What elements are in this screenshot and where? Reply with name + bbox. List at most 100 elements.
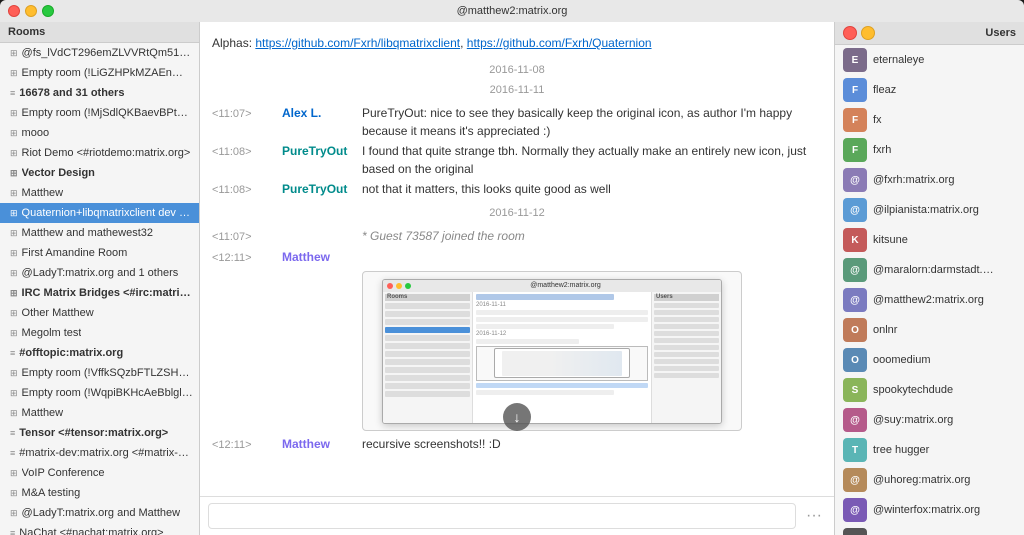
sidebar-item-matrix_dev[interactable]: ≡#matrix-dev:matrix.org <#matrix-dev:	[0, 443, 199, 463]
title-bar: @matthew2:matrix.org	[0, 0, 1024, 22]
user-item-maralorn[interactable]: @@maralorn:darmstadt.ccc.de···	[835, 255, 1024, 285]
user-item-matthew2_matrix[interactable]: @@matthew2:matrix.org···	[835, 285, 1024, 315]
user-item-winterfox[interactable]: @@winterfox:matrix.org···	[835, 495, 1024, 525]
avatar: O	[843, 318, 867, 342]
room-icon: ≡	[10, 345, 15, 361]
sidebar-item-fs_room[interactable]: ⊞@fs_lVdCT296emZLVVRtQm51SWRG	[0, 43, 199, 63]
users-sidebar: Users Eeternaleye···Ffleaz···Ffx···Ffxrh…	[834, 22, 1024, 535]
traffic-lights	[8, 5, 54, 17]
link-libqmatrix[interactable]: https://github.com/Fxrh/libqmatrixclient	[255, 36, 460, 50]
close-button[interactable]	[843, 26, 857, 40]
room-icon: ⊞	[10, 165, 18, 181]
msg-time: <11:07>	[212, 227, 282, 246]
sidebar-item-16678[interactable]: ≡16678 and 31 others	[0, 83, 199, 103]
message-row: <11:08> PureTryOut I found that quite st…	[212, 142, 822, 178]
user-item-uhoreg[interactable]: @@uhoreg:matrix.org···	[835, 465, 1024, 495]
avatar: @	[843, 198, 867, 222]
room-icon: ⊞	[10, 225, 18, 241]
user-name: spookytechdude	[873, 384, 999, 396]
message-input[interactable]	[208, 503, 796, 529]
room-label: Vector Design	[22, 165, 95, 181]
mini-body: Rooms	[383, 292, 721, 423]
rooms-list: ⊞@fs_lVdCT296emZLVVRtQm51SWRG⊞Empty room…	[0, 43, 199, 535]
room-label: Empty room (!VffkSQzbFTLZSHvSdp:	[22, 365, 193, 381]
sidebar-item-ladyt2[interactable]: ⊞@LadyT:matrix.org and Matthew	[0, 503, 199, 523]
user-item-kitsune[interactable]: Kkitsune···	[835, 225, 1024, 255]
message-row: <11:07> * Guest 73587 joined the room	[212, 227, 822, 246]
users-header-label: Users	[985, 27, 1016, 39]
user-item-tree_hugger[interactable]: Ttree hugger···	[835, 435, 1024, 465]
sidebar-item-matthew2[interactable]: ⊞Matthew	[0, 403, 199, 423]
msg-time: <11:08>	[212, 142, 282, 178]
scroll-to-bottom-button[interactable]: ↓	[503, 403, 531, 431]
app-body: Rooms ⊞@fs_lVdCT296emZLVVRtQm51SWRG⊞Empt…	[0, 22, 1024, 535]
user-item-fxrh_matrix[interactable]: @@fxrh:matrix.org···	[835, 165, 1024, 195]
user-item-eternaleye[interactable]: Eeternaleye···	[835, 45, 1024, 75]
sidebar-item-ladyt[interactable]: ⊞@LadyT:matrix.org and 1 others	[0, 263, 199, 283]
room-label: @LadyT:matrix.org and 1 others	[22, 265, 179, 281]
sidebar-item-first_amandine[interactable]: ⊞First Amandine Room	[0, 243, 199, 263]
sidebar-item-quaternion[interactable]: ⊞Quaternion+libqmatrixclient dev <#qu	[0, 203, 199, 223]
sidebar-item-voip[interactable]: ⊞VoIP Conference	[0, 463, 199, 483]
avatar: @	[843, 288, 867, 312]
user-item-fx[interactable]: Ffx···	[835, 105, 1024, 135]
user-name: @maralorn:darmstadt.ccc.de	[873, 264, 999, 276]
sidebar-item-tensor[interactable]: ≡Tensor <#tensor:matrix.org>	[0, 423, 199, 443]
user-name: @ilpianista:matrix.org	[873, 204, 999, 216]
msg-sender: PureTryOut	[282, 180, 362, 199]
room-label: First Amandine Room	[22, 245, 128, 261]
sidebar-item-empty3[interactable]: ⊞Empty room (!VffkSQzbFTLZSHvSdp:	[0, 363, 199, 383]
more-options-button[interactable]: ···	[802, 505, 826, 527]
user-item-fleaz[interactable]: Ffleaz···	[835, 75, 1024, 105]
sidebar-item-empty4[interactable]: ⊞Empty room (!WqpiBKHcAeBblgloEz:m	[0, 383, 199, 403]
user-name: fxrh	[873, 144, 999, 156]
user-item-mu[interactable]: Μμ···	[835, 525, 1024, 535]
sidebar-item-irc_bridges[interactable]: ⊞IRC Matrix Bridges <#irc:matrix.org	[0, 283, 199, 303]
user-item-fxrh[interactable]: Ffxrh···	[835, 135, 1024, 165]
sidebar-item-matthew[interactable]: ⊞Matthew	[0, 183, 199, 203]
link-quaternion[interactable]: https://github.com/Fxrh/Quaternion	[467, 36, 652, 50]
user-item-spookytechdude[interactable]: Sspookytechdude···	[835, 375, 1024, 405]
minimize-button[interactable]	[25, 5, 37, 17]
mini-chat: 2016-11-11 2016-11-12	[473, 292, 651, 423]
room-icon: ⊞	[10, 125, 18, 141]
room-icon: ⊞	[10, 505, 18, 521]
sidebar-item-offtopic[interactable]: ≡#offtopic:matrix.org	[0, 343, 199, 363]
user-item-suy[interactable]: @@suy:matrix.org···	[835, 405, 1024, 435]
room-label: M&A testing	[22, 485, 81, 501]
mini-max	[405, 283, 411, 289]
room-label: Matthew and mathewest32	[22, 225, 153, 241]
avatar: T	[843, 438, 867, 462]
room-label: Tensor <#tensor:matrix.org>	[19, 425, 168, 441]
msg-sender: Alex L.	[282, 104, 362, 140]
user-item-ooomedium[interactable]: Oooomedium···	[835, 345, 1024, 375]
sidebar-item-other_matthew[interactable]: ⊞Other Matthew	[0, 303, 199, 323]
user-name: @uhoreg:matrix.org	[873, 474, 999, 486]
avatar: @	[843, 468, 867, 492]
user-name: fleaz	[873, 84, 999, 96]
user-name: kitsune	[873, 234, 999, 246]
sidebar-item-vector_design[interactable]: ⊞Vector Design	[0, 163, 199, 183]
minimize-button[interactable]	[861, 26, 875, 40]
room-icon: ⊞	[10, 265, 18, 281]
sidebar-item-matthew_test[interactable]: ⊞Matthew and mathewest32	[0, 223, 199, 243]
user-item-onlnr[interactable]: Oonlnr···	[835, 315, 1024, 345]
sidebar-item-riot_demo[interactable]: ⊞Riot Demo <#riotdemo:matrix.org>	[0, 143, 199, 163]
close-button[interactable]	[8, 5, 20, 17]
sidebar-item-megolm[interactable]: ⊞Megolm test	[0, 323, 199, 343]
room-label: Empty room (!WqpiBKHcAeBblgloEz:m	[22, 385, 193, 401]
sidebar-item-nachat[interactable]: ≡NaChat <#nachat:matrix.org>	[0, 523, 199, 535]
sidebar-item-empty2[interactable]: ⊞Empty room (!MjSdlQKBaevBPtUNeT:	[0, 103, 199, 123]
sidebar-item-mooo[interactable]: ⊞mooo	[0, 123, 199, 143]
mini-right: Users	[651, 292, 721, 423]
avatar: @	[843, 258, 867, 282]
sidebar-item-ma_testing[interactable]: ⊞M&A testing	[0, 483, 199, 503]
user-name: @matthew2:matrix.org	[873, 294, 999, 306]
room-icon: ≡	[10, 445, 15, 461]
room-icon: ≡	[10, 525, 15, 535]
room-icon: ⊞	[10, 405, 18, 421]
date-divider-nov8: 2016-11-08	[212, 64, 822, 76]
sidebar-item-empty1[interactable]: ⊞Empty room (!LiGZHPkMZAEnWelqhy	[0, 63, 199, 83]
user-item-ilpianista[interactable]: @@ilpianista:matrix.org···	[835, 195, 1024, 225]
maximize-button[interactable]	[42, 5, 54, 17]
